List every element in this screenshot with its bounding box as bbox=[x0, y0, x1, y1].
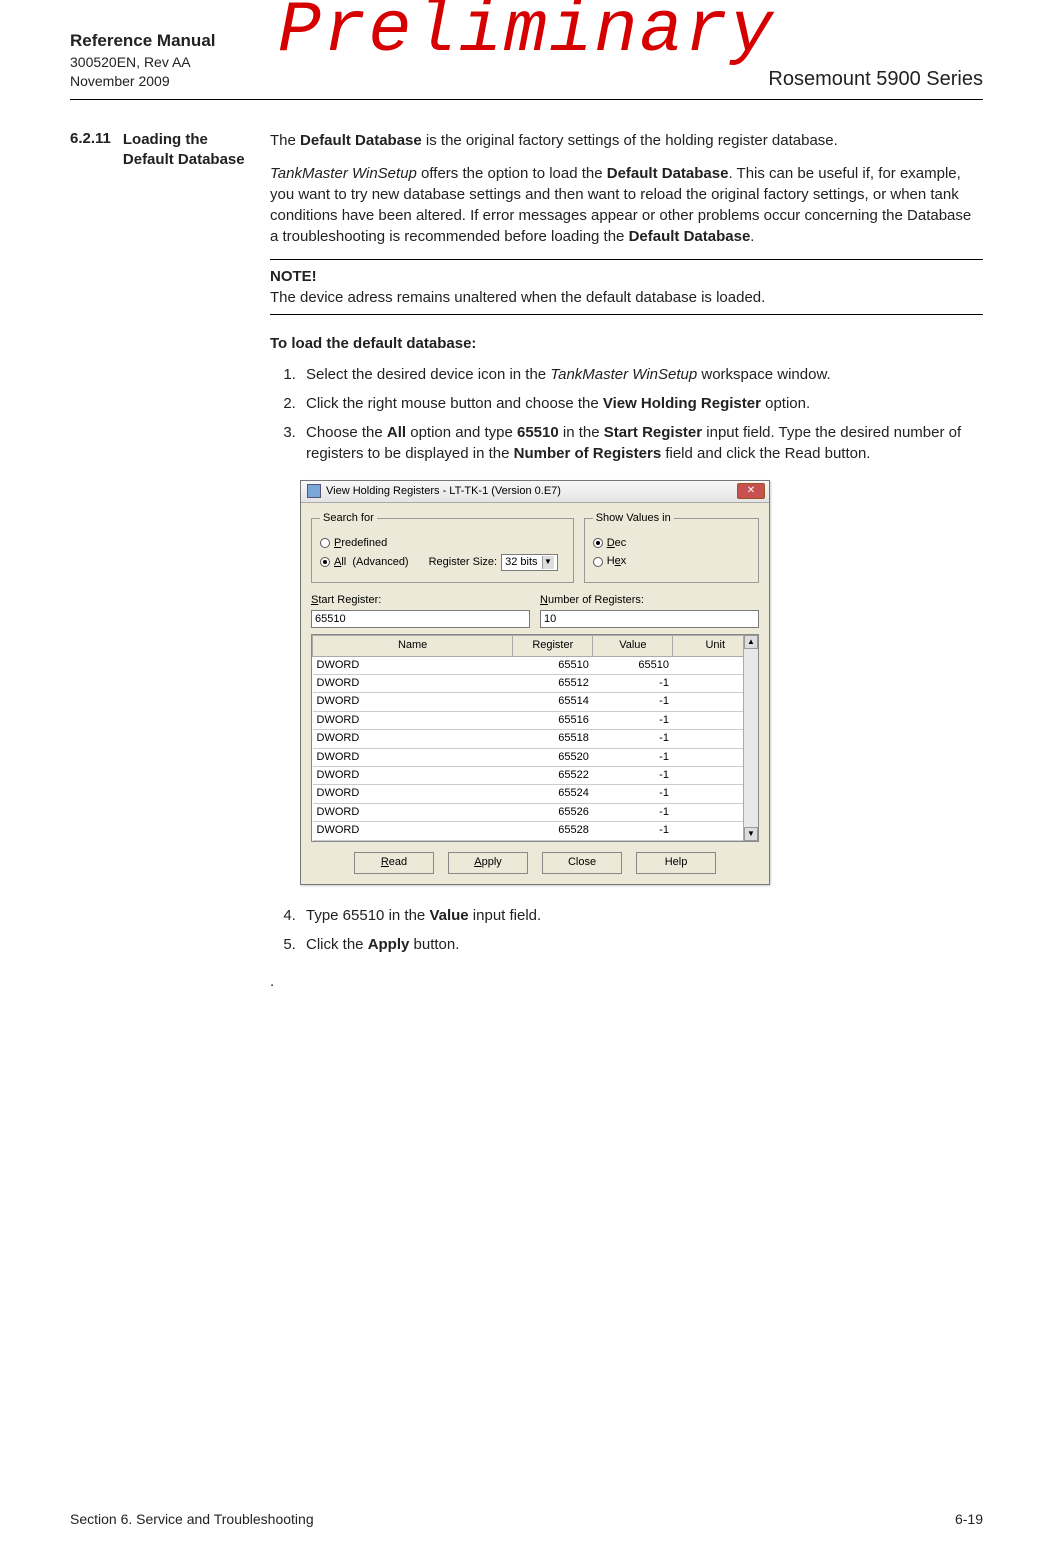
number-of-registers-input[interactable]: 10 bbox=[540, 610, 759, 628]
registers-table: Name Register Value Unit DWORD6551065510… bbox=[311, 634, 759, 841]
view-holding-registers-dialog: View Holding Registers - LT-TK-1 (Versio… bbox=[300, 480, 770, 885]
main-content: 6.2.11 Loading the Default Database The … bbox=[70, 130, 983, 1004]
hex-radio[interactable]: Hex bbox=[593, 554, 750, 569]
close-button[interactable]: ✕ bbox=[737, 483, 765, 499]
col-name[interactable]: Name bbox=[313, 636, 513, 656]
help-button[interactable]: Help bbox=[636, 852, 716, 874]
dialog-titlebar: View Holding Registers - LT-TK-1 (Versio… bbox=[301, 481, 769, 503]
procedure-steps: Select the desired device icon in the Ta… bbox=[300, 364, 983, 464]
all-radio[interactable]: All (Advanced) Register Size: 32 bits▼ bbox=[320, 554, 565, 571]
search-for-group: Search for Predefined All (Advanced) Reg… bbox=[311, 511, 574, 583]
col-value[interactable]: Value bbox=[593, 636, 673, 656]
page-footer: Section 6. Service and Troubleshooting 6… bbox=[70, 1511, 983, 1527]
table-row[interactable]: DWORD65522-1 bbox=[313, 767, 758, 785]
table-row[interactable]: DWORD65526-1 bbox=[313, 803, 758, 821]
close-button[interactable]: Close bbox=[542, 852, 622, 874]
predefined-radio[interactable]: Predefined bbox=[320, 536, 565, 551]
table-row[interactable]: DWORD65524-1 bbox=[313, 785, 758, 803]
radio-icon bbox=[593, 538, 603, 548]
read-button[interactable]: Read bbox=[354, 852, 434, 874]
note-block: NOTE! The device adress remains unaltere… bbox=[270, 259, 983, 315]
dialog-title: View Holding Registers - LT-TK-1 (Versio… bbox=[326, 484, 561, 499]
search-for-legend: Search for bbox=[320, 511, 377, 526]
trailing-dot: . bbox=[270, 971, 983, 992]
body-col: The Default Database is the original fac… bbox=[270, 130, 983, 1004]
note-text: The device adress remains unaltered when… bbox=[270, 287, 983, 308]
register-size-label: Register Size: bbox=[429, 555, 497, 570]
page-header: Reference Manual 300520EN, Rev AA Novemb… bbox=[70, 30, 983, 100]
procedure-steps-cont: Type 65510 in the Value input field. Cli… bbox=[300, 905, 983, 955]
number-of-registers-label: Number of Registers: bbox=[540, 593, 759, 608]
step-1: Select the desired device icon in the Ta… bbox=[300, 364, 983, 385]
table-row[interactable]: DWORD65512-1 bbox=[313, 675, 758, 693]
show-values-group: Show Values in Dec Hex bbox=[584, 511, 759, 583]
step-5: Click the Apply button. bbox=[300, 934, 983, 955]
dialog-screenshot: View Holding Registers - LT-TK-1 (Versio… bbox=[300, 480, 983, 885]
step-2: Click the right mouse button and choose … bbox=[300, 393, 983, 414]
section-number: 6.2.11 bbox=[70, 130, 111, 171]
scroll-down-icon[interactable]: ▼ bbox=[744, 827, 758, 841]
radio-icon bbox=[593, 557, 603, 567]
scroll-up-icon[interactable]: ▲ bbox=[744, 635, 758, 649]
table-row[interactable]: DWORD6551065510 bbox=[313, 656, 758, 674]
chevron-down-icon: ▼ bbox=[542, 556, 554, 569]
table-row[interactable]: DWORD65518-1 bbox=[313, 730, 758, 748]
table-scrollbar[interactable]: ▲ ▼ bbox=[743, 635, 758, 840]
note-label: NOTE! bbox=[270, 266, 983, 287]
app-icon bbox=[307, 484, 321, 498]
step-4: Type 65510 in the Value input field. bbox=[300, 905, 983, 926]
show-values-legend: Show Values in bbox=[593, 511, 674, 526]
radio-icon bbox=[320, 538, 330, 548]
section-heading-col: 6.2.11 Loading the Default Database bbox=[70, 130, 270, 1004]
apply-button[interactable]: Apply bbox=[448, 852, 528, 874]
step-3: Choose the All option and type 65510 in … bbox=[300, 422, 983, 464]
footer-section: Section 6. Service and Troubleshooting bbox=[70, 1511, 314, 1527]
table-row[interactable]: DWORD65516-1 bbox=[313, 711, 758, 729]
page-number: 6-19 bbox=[955, 1511, 983, 1527]
radio-icon bbox=[320, 557, 330, 567]
register-size-combo[interactable]: 32 bits▼ bbox=[501, 554, 557, 571]
doc-number: 300520EN, Rev AA bbox=[70, 53, 216, 72]
col-register[interactable]: Register bbox=[513, 636, 593, 656]
dec-radio[interactable]: Dec bbox=[593, 536, 750, 551]
header-left: Reference Manual 300520EN, Rev AA Novemb… bbox=[70, 30, 216, 91]
intro-paragraph-1: The Default Database is the original fac… bbox=[270, 130, 983, 151]
procedure-title: To load the default database: bbox=[270, 333, 983, 354]
intro-paragraph-2: TankMaster WinSetup offers the option to… bbox=[270, 163, 983, 247]
table-row[interactable]: DWORD65528-1 bbox=[313, 822, 758, 840]
table-row[interactable]: DWORD65520-1 bbox=[313, 748, 758, 766]
manual-title: Reference Manual bbox=[70, 30, 216, 53]
table-row[interactable]: DWORD65514-1 bbox=[313, 693, 758, 711]
start-register-label: Start Register: bbox=[311, 593, 530, 608]
doc-date: November 2009 bbox=[70, 72, 216, 91]
section-title: Loading the Default Database bbox=[123, 130, 255, 171]
start-register-input[interactable]: 65510 bbox=[311, 610, 530, 628]
product-name: Rosemount 5900 Series bbox=[768, 68, 983, 91]
